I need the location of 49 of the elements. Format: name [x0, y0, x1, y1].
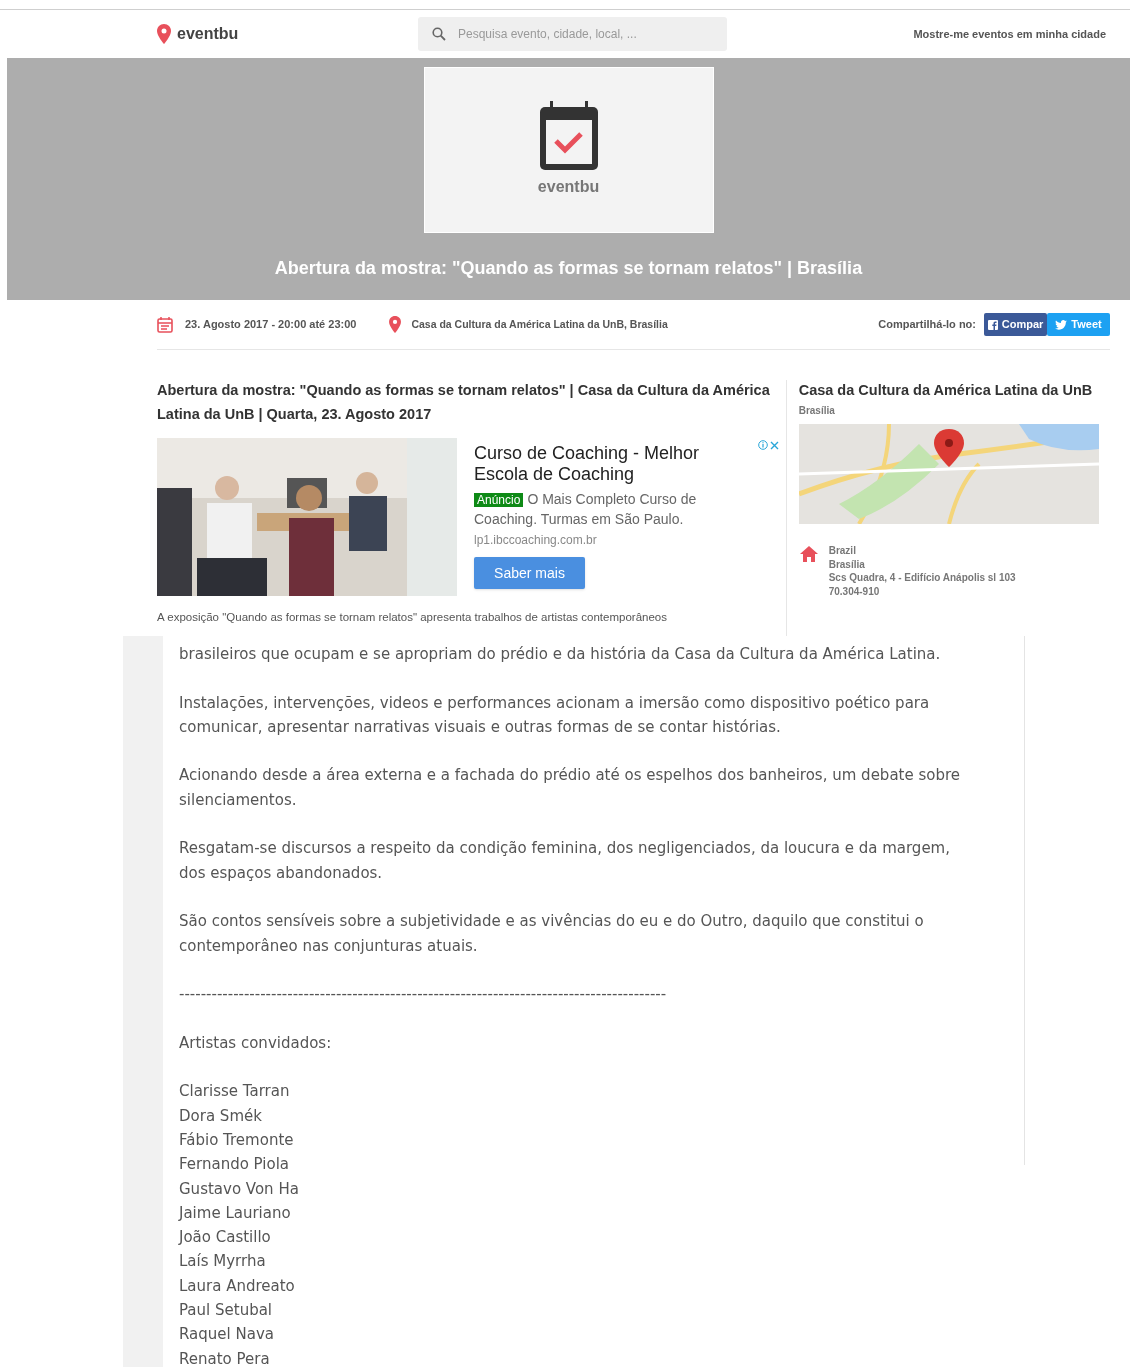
- info-icon[interactable]: [757, 440, 768, 450]
- artist-name: Laís Myrrha: [179, 1251, 266, 1273]
- ad-title[interactable]: Curso de Coaching - Melhor Escola de Coaching: [474, 443, 734, 485]
- venue-name: Casa da Cultura da América Latina da UnB: [798, 381, 1094, 400]
- share-button[interactable]: Compar: [984, 313, 1047, 336]
- calendar-icon: [157, 316, 173, 333]
- artist-name: Dora Smék: [179, 1105, 262, 1127]
- bird-icon: [1055, 319, 1068, 330]
- search-icon: [432, 27, 446, 41]
- artist-name: João Castillo: [179, 1227, 271, 1249]
- artist-name: Clarisse Tarran: [179, 1081, 290, 1103]
- facebook-icon: [987, 319, 998, 330]
- calendar-check-icon: [538, 101, 599, 171]
- city-events-link[interactable]: Mostre-me eventos em minha cidade: [913, 25, 1106, 43]
- artist-name: Laura Andreato: [179, 1275, 295, 1297]
- venue-city: Brasília: [798, 404, 836, 418]
- address-line: 70.304-910: [828, 584, 881, 598]
- paragraph: Artistas convidados:: [179, 1032, 333, 1054]
- paragraph: Resgatam-se discursos a respeito da condição feminina, dos negligenciados, da loucura e da margem, dos espaços abandonados.: [179, 838, 951, 884]
- logo-text: eventbu: [537, 177, 600, 197]
- event-date: 23. Agosto 2017 - 20:00 até 23:00: [185, 317, 357, 333]
- description-text: A exposição "Quando as formas se tornam relatos" apresenta trabalhos de artistas contemporâneos: [157, 610, 668, 625]
- home-icon: [798, 545, 819, 563]
- paragraph: Acionando desde a área externa e a fachada do prédio até os espelhos dos banheiros, um debate sobre silenciamentos.: [179, 765, 962, 811]
- artist-name: Gustavo Von Ha: [179, 1178, 299, 1200]
- ad-text: Anúncio O Mais Completo Curso de Coaching. Turmas em São Paulo.: [474, 490, 698, 529]
- artist-name: Raquel Nava: [179, 1324, 274, 1346]
- address-line: Brazil: [828, 544, 857, 558]
- logo[interactable]: eventbu: [177, 22, 239, 46]
- artist-name: Fernando Piola: [179, 1154, 290, 1176]
- paragraph: São contos sensíveis sobre a subjetividade e as vivências do eu e do Outro, daquilo que constitui o contemporâneo nas conjunturas atuais.: [179, 911, 925, 957]
- artist-name: Jaime Lauriano: [179, 1202, 291, 1224]
- paragraph: brasileiros que ocupam e se apropriam do prédio e da história da Casa da Cultura da América Latina.: [179, 644, 942, 665]
- close-icon[interactable]: [769, 440, 779, 450]
- dashed-separator-text: ------------------------------------------------------------------------------------------: [179, 984, 668, 1006]
- paragraph: Instalações, intervenções, videos e performances acionam a imersão como dispositivo poético para comunicar, apresentar narrativas visuais e outras formas de se contar histórias.: [179, 692, 931, 738]
- ad-url[interactable]: lp1.ibccoaching.com.br: [474, 531, 782, 549]
- artist-name: Fábio Tremonte: [179, 1129, 294, 1151]
- artist-name: Renato Pera: [179, 1348, 270, 1367]
- artist-name: Paul Setubal: [179, 1300, 273, 1321]
- search-field[interactable]: Pesquisa evento, cidade, local, ...: [418, 17, 727, 51]
- map-pin-icon: [157, 24, 171, 44]
- event-title: Abertura da mostra: "Quando as formas se tornam relatos" | Brasília: [274, 257, 863, 280]
- venue-text: Casa da Cultura da América Latina da UnB, Brasília: [411, 316, 668, 332]
- map-pin-icon: [389, 316, 402, 333]
- share-label: Compartilhá-lo no:: [878, 317, 976, 333]
- address-line: Scs Quadra, 4 - Edifício Anápolis sl 103: [828, 571, 1016, 585]
- event-heading: Abertura da mostra: "Quando as formas se tornam relatos" | Casa da Cultura da América Latina da UnB | Quarta, 23. Agosto 2017: [157, 381, 771, 424]
- address-line: Brasília: [828, 557, 866, 571]
